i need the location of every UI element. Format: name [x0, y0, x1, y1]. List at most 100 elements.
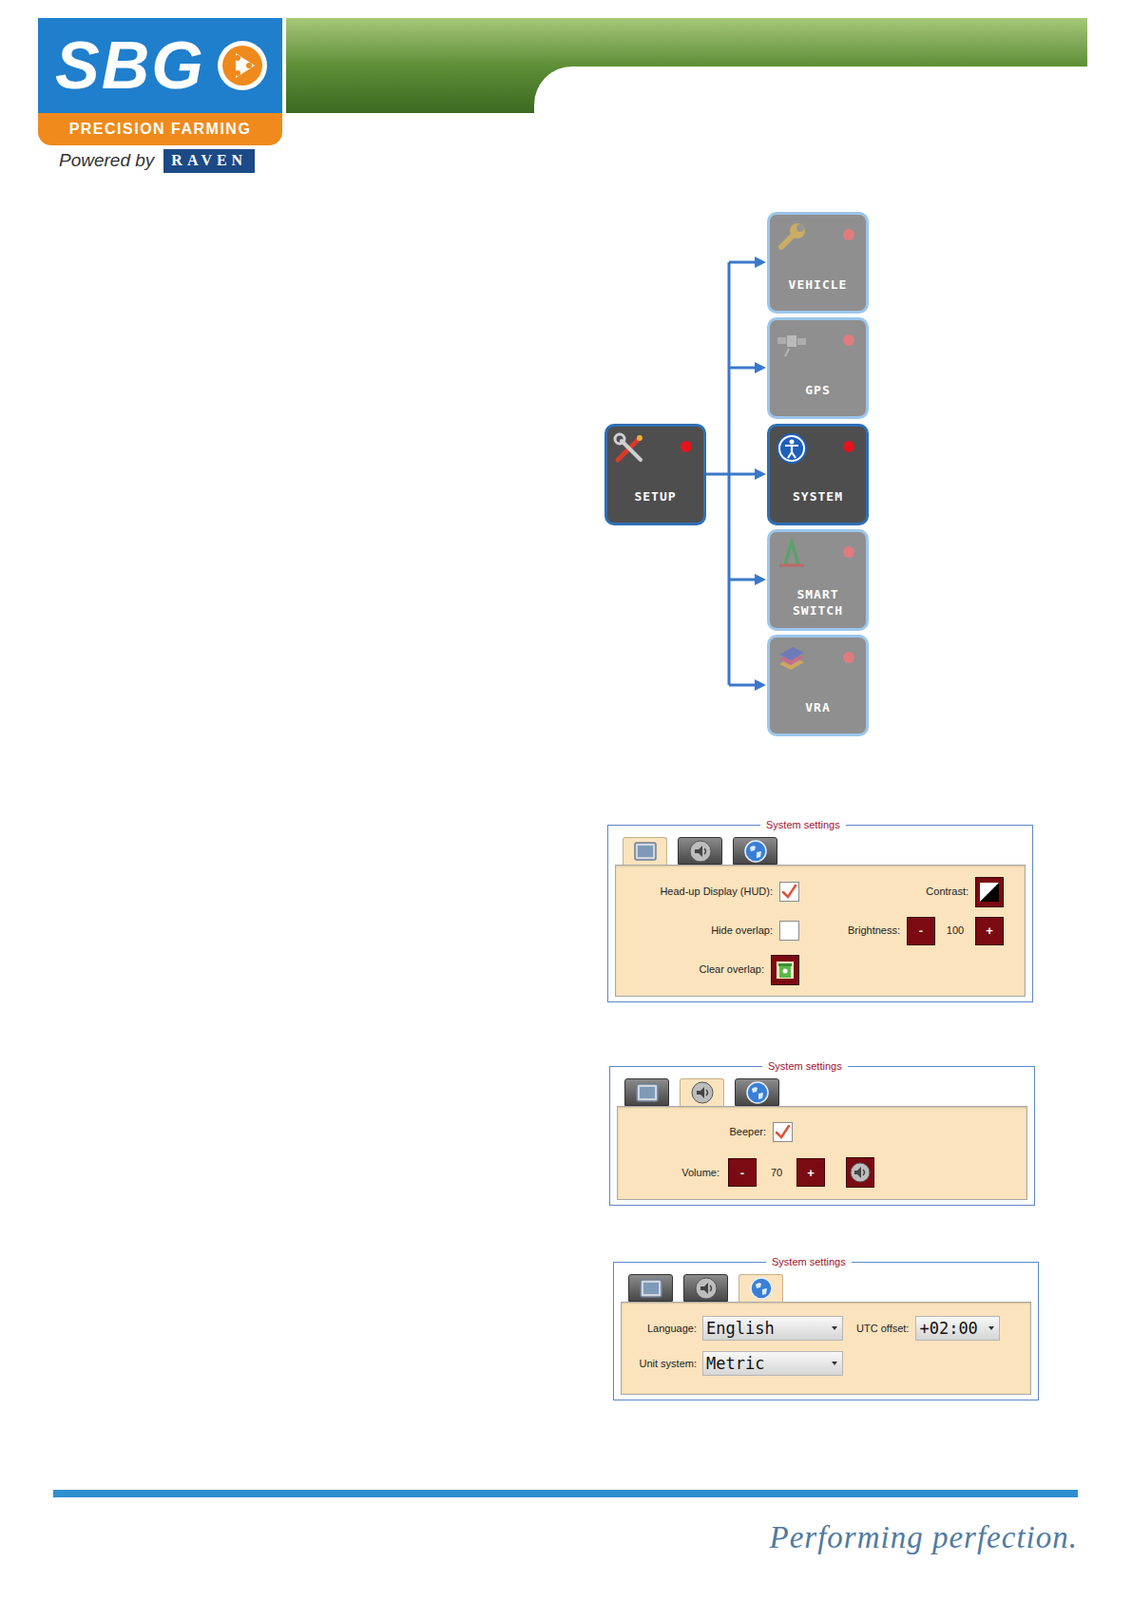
raven-logo: RAVEN: [163, 149, 255, 173]
slogan: Performing perfection.: [769, 1515, 1078, 1563]
panel-body: Head-up Display (HUD):Contrast:Hide over…: [614, 864, 1026, 998]
panel-title: System settings: [762, 1058, 848, 1075]
globe-icon: [746, 1081, 769, 1105]
settings-tab[interactable]: [628, 1274, 673, 1303]
dropdown[interactable]: +02:00: [915, 1316, 1000, 1342]
checkbox[interactable]: [779, 882, 800, 902]
settings-tab[interactable]: [683, 1274, 729, 1303]
globe-icon: [749, 1277, 773, 1301]
menu-tile[interactable]: VEHICLE: [767, 211, 869, 314]
minus-button[interactable]: -: [906, 917, 936, 946]
setup-tile[interactable]: SETUP: [604, 423, 707, 526]
label-cell: Language:: [621, 1321, 703, 1338]
speaker-icon: [694, 1277, 718, 1301]
menu-tile-icon: [775, 432, 808, 465]
settings-panels: System settings Head-up Display (HUD):Con…: [0, 746, 1132, 1401]
field-row: Contrast:: [799, 872, 1004, 912]
field-label: Volume:: [681, 1165, 720, 1182]
tile-label[interactable]: SMART SWITCH: [784, 586, 853, 619]
plus-button[interactable]: +: [796, 1158, 826, 1188]
settings-tab[interactable]: [734, 1078, 780, 1107]
settings-tab[interactable]: [732, 837, 778, 865]
footer-rule: [53, 1490, 1078, 1498]
minus-button-label[interactable]: -: [740, 1167, 745, 1180]
logo-tagline-band: PRECISION FARMING: [38, 113, 283, 146]
panel-title: System settings: [760, 817, 846, 833]
field-row: Hide overlap:: [615, 911, 800, 951]
field-label: Clear overlap:: [699, 961, 765, 979]
settings-tab[interactable]: [679, 1078, 725, 1107]
menu-tile-icon: [775, 643, 808, 676]
dropdown-value[interactable]: +02:00: [919, 1321, 978, 1338]
field-row: Language:English UTC offset:+02:00: [621, 1311, 1031, 1346]
tile-label[interactable]: SETUP: [633, 488, 676, 505]
check-icon: [781, 883, 798, 901]
dropdown-arrow: [831, 1362, 838, 1366]
status-dot: [843, 546, 855, 558]
panel-body: Beeper: Volume: -70+: [616, 1106, 1028, 1201]
settings-panel: System settingsLanguage:EnglishUTC offse…: [613, 1262, 1039, 1401]
settings-tab[interactable]: [738, 1274, 784, 1303]
speaker-icon: [690, 1081, 714, 1105]
stepper: -70+: [728, 1158, 826, 1188]
tab-bar: [616, 1078, 1028, 1107]
minus-button-label[interactable]: -: [919, 924, 923, 938]
status-dot: [843, 441, 855, 453]
test-sound-button[interactable]: [845, 1157, 875, 1189]
check-icon: [774, 1124, 791, 1141]
plus-button-label[interactable]: +: [806, 1167, 815, 1180]
settings-panel: System settingsBeeper:Volume:-70+: [609, 1066, 1036, 1207]
tile-label-box: VRA: [773, 687, 863, 729]
logo-tagline: PRECISION FARMING: [69, 117, 252, 141]
checkbox[interactable]: [779, 920, 800, 941]
field-label: Beeper:: [729, 1124, 767, 1141]
stepper: -100 +: [906, 917, 1004, 946]
dropdown-value[interactable]: Metric: [706, 1356, 765, 1373]
tile-label[interactable]: VRA: [805, 699, 830, 716]
minus-button[interactable]: -: [728, 1158, 757, 1188]
menu-tile[interactable]: SYSTEM: [767, 423, 869, 526]
dropdown[interactable]: English: [702, 1316, 844, 1342]
menu-tile-icon: [775, 326, 808, 359]
menu-tile[interactable]: SMART SWITCH: [767, 529, 869, 632]
dropdown-arrow: [988, 1326, 995, 1331]
dropdown[interactable]: Metric: [702, 1351, 844, 1377]
dropdown-value[interactable]: English: [706, 1321, 775, 1338]
panel-body: Language:English UTC offset:+02:00 Unit sy…: [620, 1302, 1032, 1396]
connector-lines: [0, 204, 1132, 747]
speaker-icon: [849, 1162, 871, 1184]
status-dot: [680, 441, 692, 453]
status-dot: [843, 334, 855, 346]
tab-bar: [614, 837, 1026, 865]
banner-cutout: [534, 66, 1088, 114]
menu-tile-icon: [775, 537, 808, 571]
page-header: SBG PRECISION FARMING Powered byRAVEN: [38, 0, 1132, 176]
sbg-logo: SBG PRECISION FARMING Powered byRAVEN: [38, 18, 283, 176]
tile-label-box: VEHICLE: [773, 264, 863, 306]
tile-label-box: SYSTEM: [773, 476, 863, 518]
tile-label[interactable]: VEHICLE: [788, 276, 848, 293]
powered-by-row: Powered byRAVEN: [38, 145, 283, 176]
tile-label[interactable]: GPS: [805, 382, 830, 399]
plus-button-label[interactable]: +: [985, 924, 994, 938]
tile-label-box: SMART SWITCH: [773, 581, 863, 623]
settings-tab[interactable]: [677, 837, 723, 865]
clear-overlap-button[interactable]: [770, 955, 800, 986]
field-label: Contrast:: [925, 883, 969, 901]
checkbox[interactable]: [772, 1122, 793, 1143]
menu-tile-icon: [775, 220, 808, 253]
stepper-value: 100: [935, 922, 976, 940]
menu-tile[interactable]: GPS: [767, 317, 869, 420]
contrast-button[interactable]: [975, 877, 1004, 908]
display-icon: [635, 1081, 659, 1105]
label-cell: Unit system:: [621, 1356, 703, 1373]
logo-brand: SBG: [55, 32, 206, 99]
play-arrow-icon: [214, 38, 270, 94]
settings-tab[interactable]: [622, 837, 668, 865]
menu-tile[interactable]: VRA: [767, 634, 869, 737]
settings-tab[interactable]: [624, 1078, 670, 1107]
field-row: Brightness:-100+: [799, 911, 1004, 951]
field-label: UTC offset:: [856, 1321, 916, 1338]
tile-label[interactable]: SYSTEM: [792, 488, 844, 505]
plus-button[interactable]: +: [975, 917, 1004, 946]
